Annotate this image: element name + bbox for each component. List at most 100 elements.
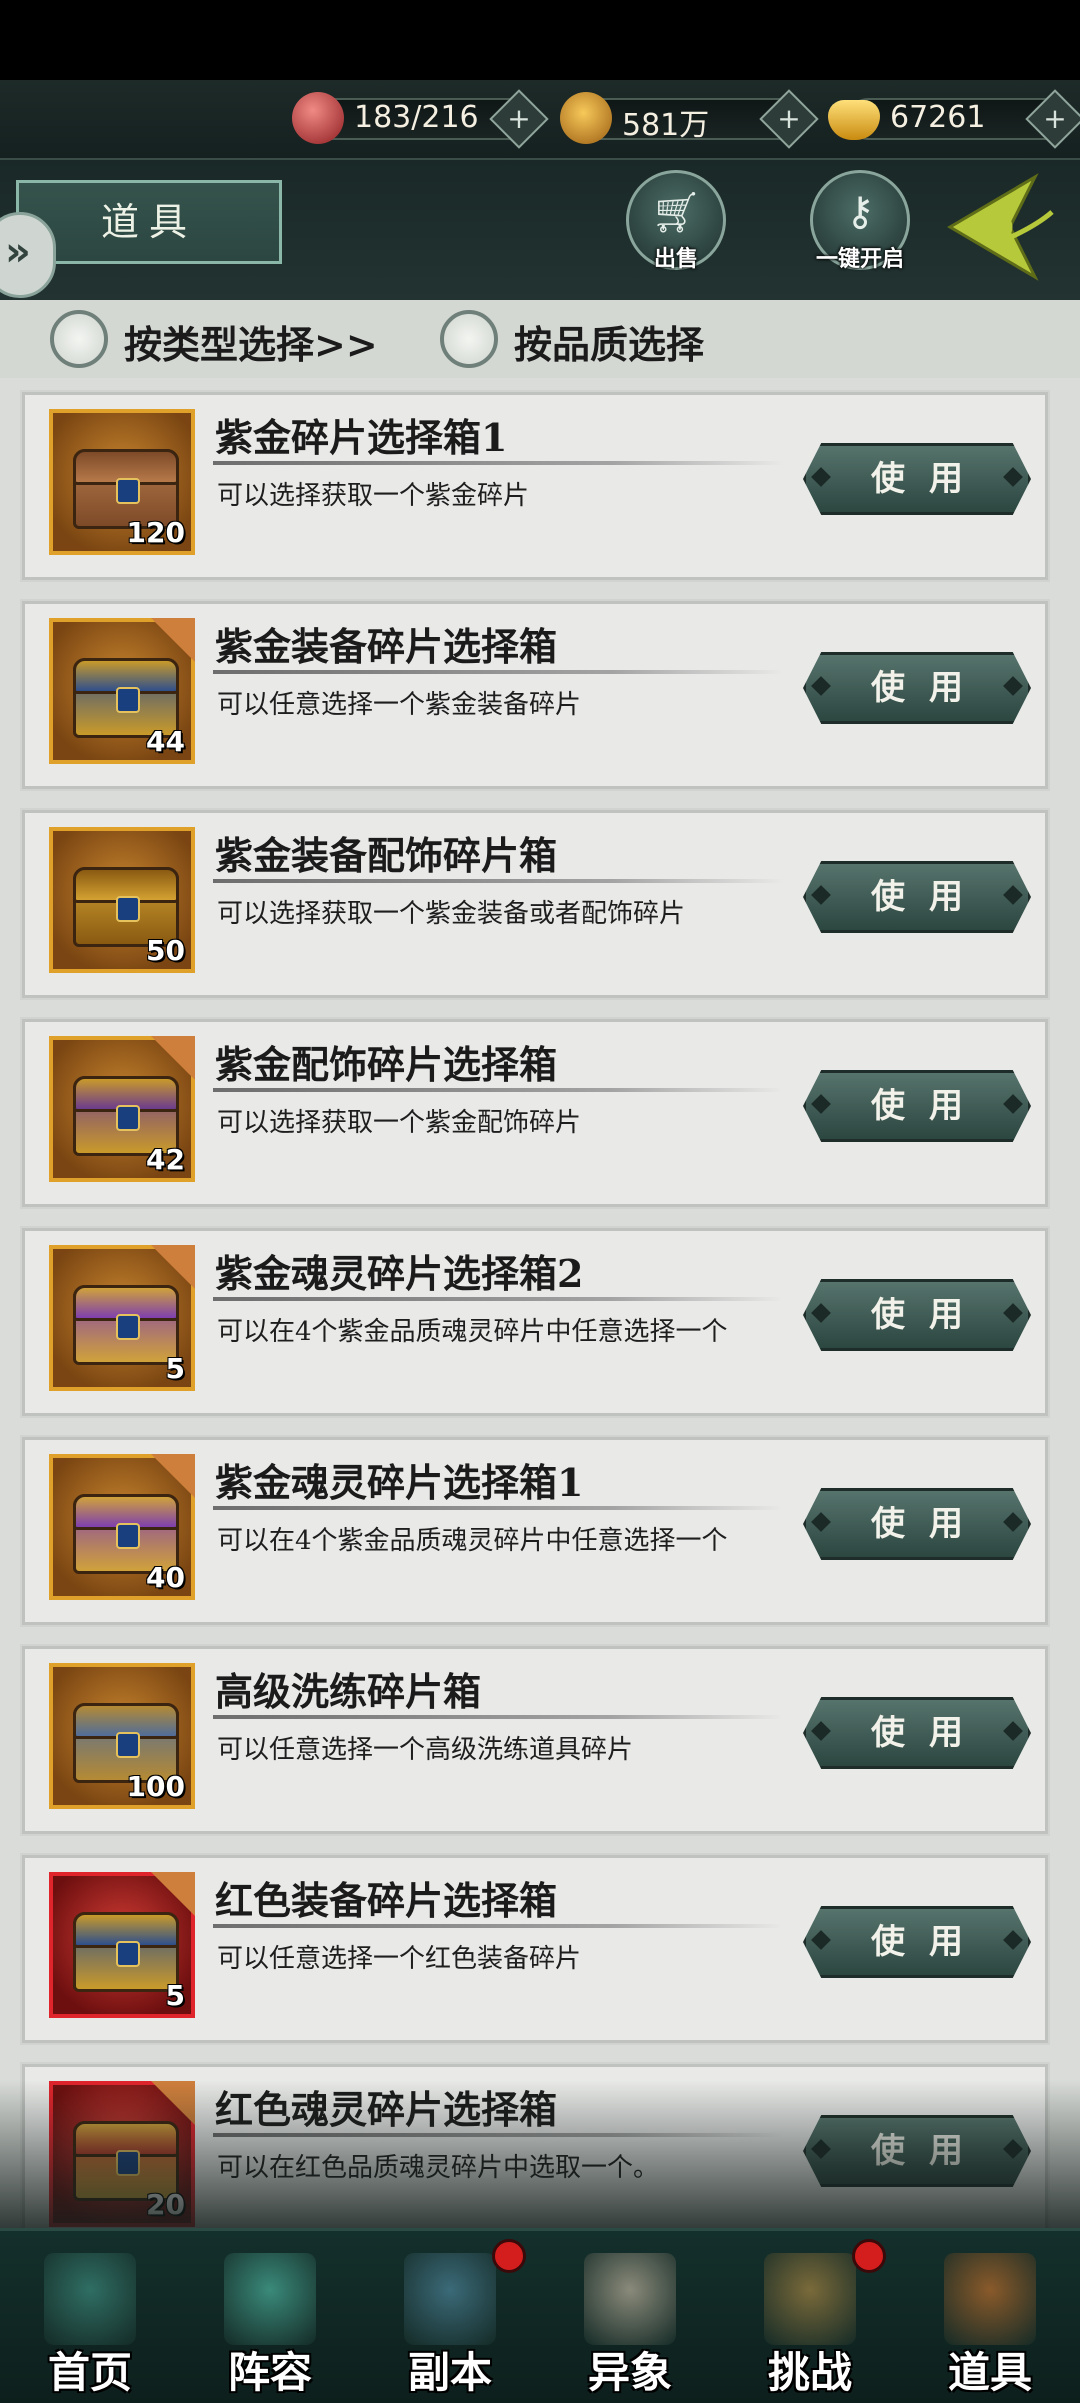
item-row: 44 紫金装备碎片选择箱 可以任意选择一个紫金装备碎片 使用: [20, 599, 1050, 791]
item-row: 5 红色装备碎片选择箱 可以任意选择一个红色装备碎片 使用: [20, 1853, 1050, 2045]
category-tag-icon: [151, 2081, 195, 2125]
palace-icon: [44, 2253, 136, 2345]
sell-label: 出售: [653, 246, 698, 272]
item-name: 紫金魂灵碎片选择箱1: [215, 1460, 584, 1505]
use-button[interactable]: 使用: [803, 652, 1031, 724]
item-description: 可以选择获取一个紫金配饰碎片: [217, 1108, 582, 1138]
item-divider: [213, 2133, 783, 2137]
item-divider: [213, 1088, 783, 1092]
plus-icon: +: [777, 102, 801, 135]
filter-type-label[interactable]: 按类型选择>>: [124, 314, 378, 369]
filter-quality-radio[interactable]: [440, 310, 498, 368]
status-bar: [0, 0, 1080, 80]
item-row: 120 紫金碎片选择箱1 可以选择获取一个紫金碎片 使用: [20, 390, 1050, 582]
notification-dot: [492, 2239, 526, 2273]
item-quantity: 44: [146, 725, 185, 758]
use-button-label: 使用: [871, 1922, 987, 1962]
stamina-orb-icon: [292, 92, 344, 144]
item-icon-frame[interactable]: 40: [49, 1454, 195, 1600]
item-description: 可以选择获取一个紫金碎片: [217, 481, 530, 511]
item-description: 可以任意选择一个紫金装备碎片: [217, 690, 582, 720]
use-button[interactable]: 使用: [803, 1906, 1031, 1978]
crossed-swords-icon: [584, 2253, 676, 2345]
item-quantity: 20: [146, 2188, 185, 2221]
open-all-button[interactable]: ⚷ 一键开启: [810, 170, 910, 272]
nav-item-5[interactable]: 挑战: [720, 2231, 900, 2403]
item-icon-frame[interactable]: 100: [49, 1663, 195, 1809]
item-name: 高级洗练碎片箱: [215, 1669, 482, 1714]
item-divider: [213, 1506, 783, 1510]
treasure-bag-icon: [944, 2253, 1036, 2345]
use-button-label: 使用: [871, 668, 987, 708]
nav-item-1[interactable]: 首页: [0, 2231, 180, 2403]
nav-item-4[interactable]: 异象: [540, 2231, 720, 2403]
page-title: 道具: [100, 200, 197, 244]
item-quantity: 100: [126, 1770, 185, 1803]
open-all-label: 一键开启: [815, 246, 904, 272]
filter-row: 按类型选择>> 按品质选择: [0, 300, 1080, 378]
use-button[interactable]: 使用: [803, 1697, 1031, 1769]
item-divider: [213, 461, 783, 465]
use-button-label: 使用: [871, 459, 987, 499]
use-button-label: 使用: [871, 1295, 987, 1335]
use-button[interactable]: 使用: [803, 443, 1031, 515]
use-button-label: 使用: [871, 2131, 987, 2171]
item-quantity: 120: [126, 516, 185, 549]
item-icon-frame[interactable]: 50: [49, 827, 195, 973]
item-divider: [213, 1715, 783, 1719]
sell-button[interactable]: 🛒︎ 出售: [626, 170, 726, 272]
plus-icon: +: [1043, 102, 1067, 135]
item-row: 100 高级洗练碎片箱 可以任意选择一个高级洗练道具碎片 使用: [20, 1644, 1050, 1836]
item-name: 紫金配饰碎片选择箱: [215, 1042, 558, 1087]
category-tag-icon: [151, 1036, 195, 1080]
side-expand-tab[interactable]: »: [0, 212, 56, 298]
item-description: 可以任意选择一个高级洗练道具碎片: [217, 1735, 634, 1765]
filter-quality-label[interactable]: 按品质选择: [514, 314, 704, 369]
copper-value: 581万: [622, 108, 710, 143]
item-row: 20 红色魂灵碎片选择箱 可以在红色品质魂灵碎片中选取一个。 使用: [20, 2062, 1050, 2254]
stamina-value: 183/216: [354, 100, 479, 135]
notification-dot: [852, 2239, 886, 2273]
category-tag-icon: [151, 1454, 195, 1498]
item-name: 红色魂灵碎片选择箱: [215, 2087, 558, 2132]
item-icon-frame[interactable]: 5: [49, 1245, 195, 1391]
nav-label: 道具: [947, 2348, 1032, 2397]
item-icon-frame[interactable]: 120: [49, 409, 195, 555]
bottom-nav: 首页 阵容 副本 异象 挑战 道具: [0, 2228, 1080, 2403]
item-divider: [213, 670, 783, 674]
inventory-content: 按类型选择>> 按品质选择 120 紫金碎片选择箱1 可以选择获取一个紫金碎片 …: [0, 300, 1080, 2254]
item-description: 可以在4个紫金品质魂灵碎片中任意选择一个: [217, 1317, 728, 1347]
category-tag-icon: [151, 1245, 195, 1289]
use-button[interactable]: 使用: [803, 2115, 1031, 2187]
item-description: 可以在4个紫金品质魂灵碎片中任意选择一个: [217, 1526, 728, 1556]
collapse-arrow-icon[interactable]: [940, 172, 1060, 282]
filter-type-radio[interactable]: [50, 310, 108, 368]
nav-item-2[interactable]: 阵容: [180, 2231, 360, 2403]
item-icon-frame[interactable]: 44: [49, 618, 195, 764]
use-button[interactable]: 使用: [803, 1070, 1031, 1142]
item-quantity: 40: [146, 1561, 185, 1594]
item-row: 42 紫金配饰碎片选择箱 可以选择获取一个紫金配饰碎片 使用: [20, 1017, 1050, 1209]
key-icon: ⚷: [845, 189, 875, 235]
item-icon-frame[interactable]: 5: [49, 1872, 195, 2018]
item-icon-frame[interactable]: 20: [49, 2081, 195, 2227]
item-quantity: 5: [165, 1352, 185, 1385]
item-divider: [213, 879, 783, 883]
item-icon-frame[interactable]: 42: [49, 1036, 195, 1182]
category-tag-icon: [151, 1872, 195, 1916]
use-button[interactable]: 使用: [803, 1279, 1031, 1351]
use-button[interactable]: 使用: [803, 1488, 1031, 1560]
header-bar: 道具 » 🛒︎ 出售 ⚷ 一键开启: [0, 160, 1080, 300]
resource-gold: 67261 +: [828, 89, 1080, 149]
item-description: 可以任意选择一个红色装备碎片: [217, 1944, 582, 1974]
use-button[interactable]: 使用: [803, 861, 1031, 933]
nav-item-6[interactable]: 道具: [900, 2231, 1080, 2403]
item-divider: [213, 1297, 783, 1301]
cart-icon: 🛒︎: [650, 190, 702, 236]
item-name: 紫金装备碎片选择箱: [215, 624, 558, 669]
nav-item-3[interactable]: 副本: [360, 2231, 540, 2403]
nav-label: 异象: [587, 2348, 672, 2397]
resource-bar: 183/216 + 581万 + 67261 +: [0, 80, 1080, 160]
item-list: 120 紫金碎片选择箱1 可以选择获取一个紫金碎片 使用 44 紫金装备碎片选择…: [20, 390, 1058, 2273]
item-quantity: 42: [146, 1143, 185, 1176]
